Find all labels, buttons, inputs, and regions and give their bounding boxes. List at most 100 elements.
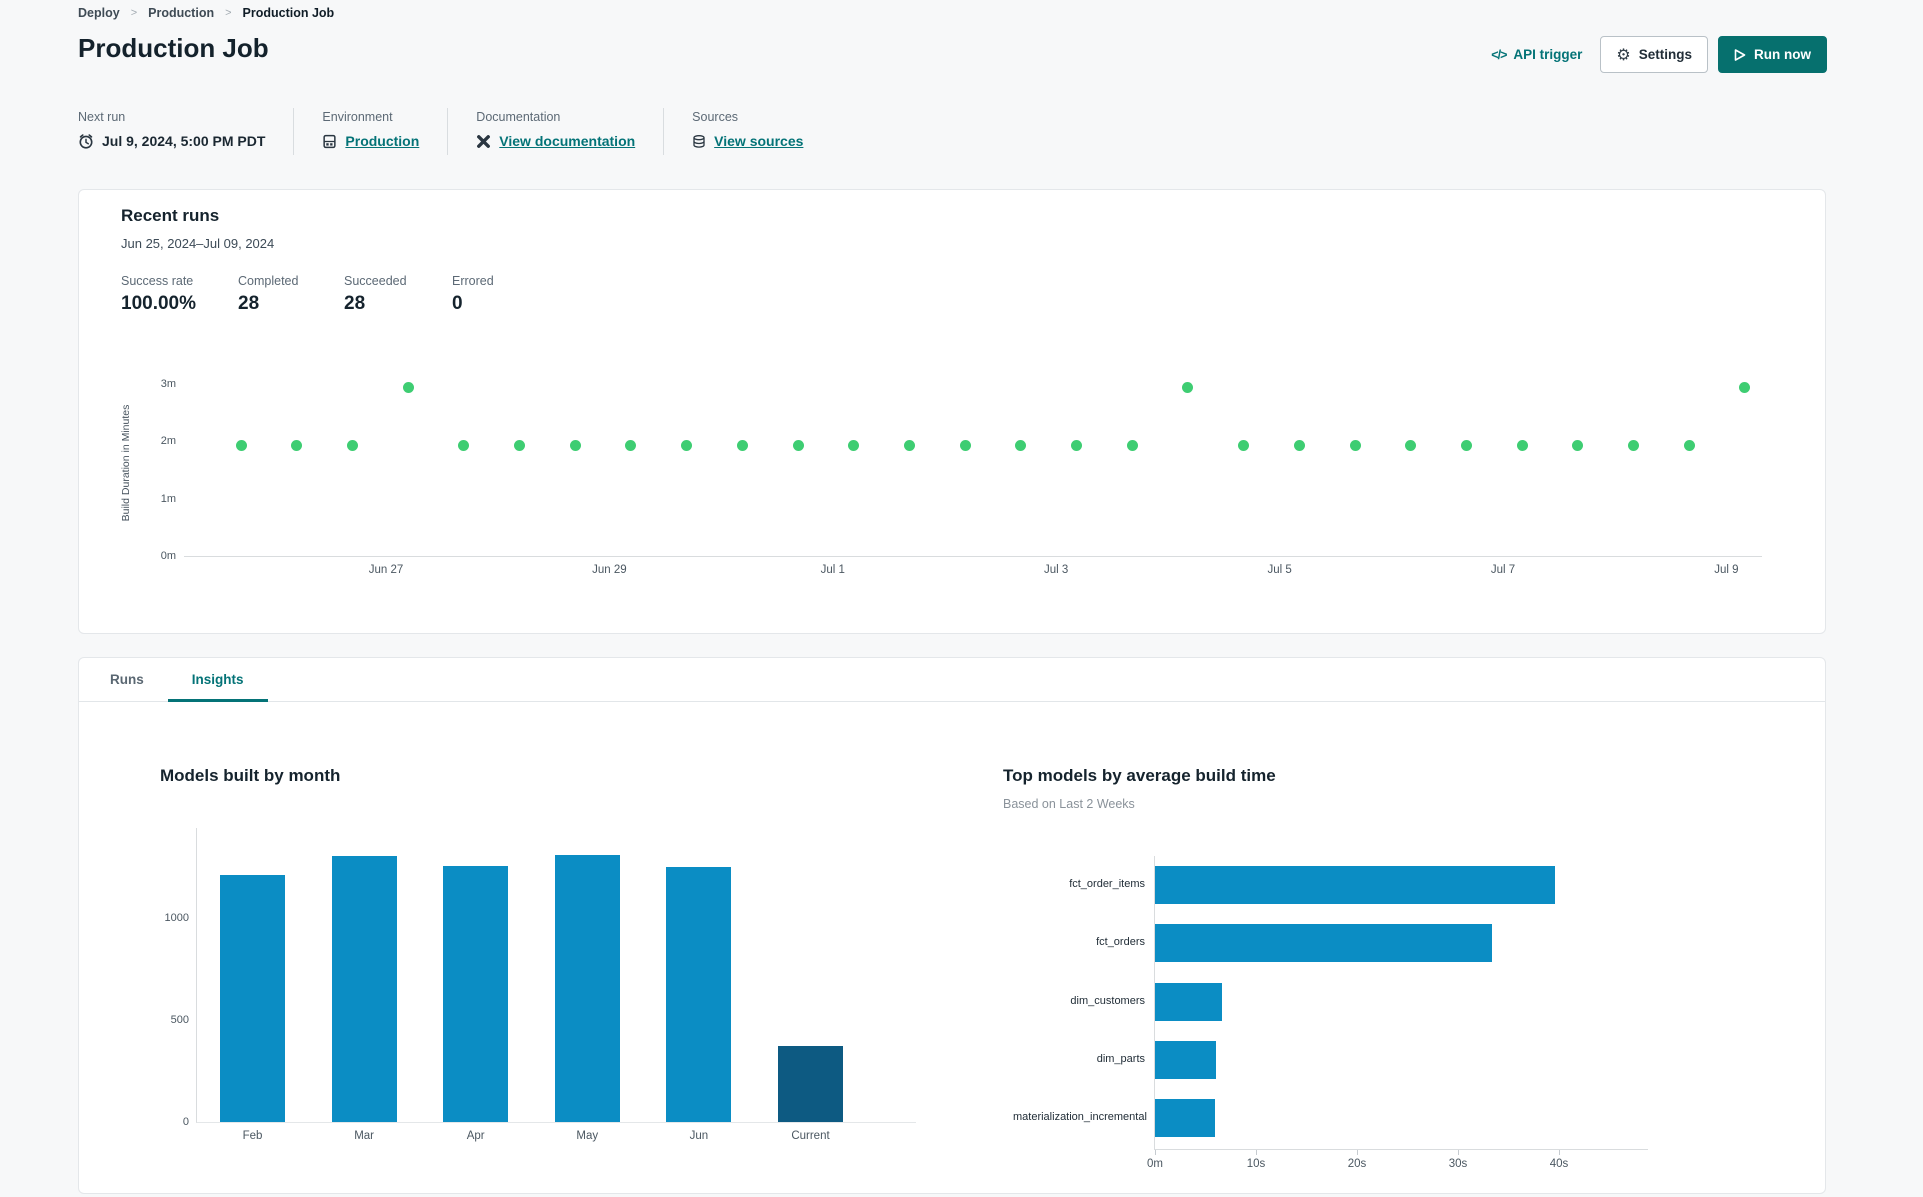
x-axis-tick bbox=[1256, 1150, 1257, 1155]
top-models-title: Top models by average build time bbox=[1003, 766, 1276, 785]
environment-link[interactable]: Production bbox=[345, 133, 419, 149]
run-dot[interactable] bbox=[402, 382, 414, 394]
build-duration-plot: 0m 1m 2m 3m Jun 27 Jun 29 Jul 1 Jul 3 Jul 5 Jul 7… bbox=[161, 370, 1762, 576]
run-dot[interactable] bbox=[848, 439, 860, 451]
run-dot[interactable] bbox=[291, 439, 303, 451]
month-bar[interactable] bbox=[666, 867, 732, 1122]
scatter-y-axis-title: Build Duration in Minutes bbox=[120, 404, 132, 522]
documentation-group: Documentation View documentation bbox=[447, 108, 663, 155]
breadcrumb-production[interactable]: Production bbox=[148, 6, 214, 20]
api-trigger-link[interactable]: </> API trigger bbox=[1491, 47, 1582, 62]
chevron-right-icon: > bbox=[130, 7, 138, 19]
run-dot[interactable] bbox=[1516, 439, 1528, 451]
api-trigger-label: API trigger bbox=[1513, 47, 1583, 62]
run-dot[interactable] bbox=[1683, 439, 1695, 451]
scatter-x-tick-label: Jul 5 bbox=[1267, 564, 1292, 576]
run-dot[interactable] bbox=[514, 439, 525, 451]
run-dot[interactable] bbox=[1293, 439, 1305, 451]
run-dot[interactable] bbox=[681, 439, 693, 451]
header-actions: </> API trigger ⚙ Settings Run now bbox=[1491, 36, 1827, 73]
run-dot[interactable] bbox=[1739, 382, 1751, 394]
chevron-right-icon: > bbox=[225, 7, 232, 19]
run-dot[interactable] bbox=[1628, 439, 1639, 451]
run-now-label: Run now bbox=[1754, 47, 1811, 62]
model-bar[interactable] bbox=[1155, 866, 1555, 904]
time-tick-label: 0m bbox=[1147, 1158, 1163, 1170]
documentation-label: Documentation bbox=[476, 110, 561, 124]
page-title: Production Job bbox=[78, 33, 269, 63]
stat-errored: Errored 0 bbox=[452, 274, 494, 315]
run-dot[interactable] bbox=[569, 439, 581, 451]
model-bar[interactable] bbox=[1155, 982, 1222, 1021]
next-run-group: Next run Jul 9, 2024, 5:00 PM PDT bbox=[78, 108, 293, 155]
scatter-y-tick-label: 2m bbox=[160, 435, 176, 448]
x-axis-tick bbox=[1155, 1150, 1156, 1155]
run-dot[interactable] bbox=[1238, 439, 1250, 451]
run-stats: Success rate 100.00% Completed 28 Succee… bbox=[121, 274, 494, 315]
time-tick-label: 30s bbox=[1448, 1158, 1468, 1170]
x-axis-tick bbox=[1559, 1150, 1560, 1155]
models-by-month-title: Models built by month bbox=[160, 766, 341, 785]
stat-succeeded: Succeeded 28 bbox=[344, 274, 452, 315]
scatter-x-tick-label: Jul 9 bbox=[1714, 564, 1739, 576]
next-run-label: Next run bbox=[78, 110, 126, 124]
alarm-clock-icon bbox=[78, 133, 94, 149]
run-dot[interactable] bbox=[1405, 439, 1417, 451]
gear-icon: ⚙ bbox=[1616, 44, 1631, 64]
code-icon: </> bbox=[1491, 47, 1507, 62]
run-dot[interactable] bbox=[1126, 439, 1138, 451]
x-axis-tick bbox=[1458, 1150, 1459, 1155]
run-now-button[interactable]: Run now bbox=[1718, 36, 1827, 73]
model-bar[interactable] bbox=[1155, 1040, 1216, 1079]
run-dot[interactable] bbox=[346, 439, 358, 451]
run-dot[interactable] bbox=[1349, 439, 1361, 451]
run-dot[interactable] bbox=[792, 439, 804, 451]
view-sources-link[interactable]: View sources bbox=[714, 133, 803, 149]
month-label: May bbox=[576, 1130, 599, 1142]
month-bar[interactable] bbox=[331, 855, 397, 1122]
job-info-bar: Next run Jul 9, 2024, 5:00 PM PDT Enviro… bbox=[78, 108, 831, 155]
run-dot[interactable] bbox=[1015, 439, 1027, 451]
settings-button[interactable]: ⚙ Settings bbox=[1600, 36, 1708, 73]
run-dot[interactable] bbox=[1071, 439, 1082, 451]
run-dot[interactable] bbox=[959, 439, 971, 451]
time-tick-label: 20s bbox=[1347, 1158, 1367, 1170]
run-dot[interactable] bbox=[736, 439, 748, 451]
stat-value: 0 bbox=[452, 293, 463, 314]
month-bar[interactable] bbox=[443, 865, 509, 1122]
sources-group: Sources View sources bbox=[663, 108, 831, 155]
model-name-label: fct_orders bbox=[1096, 936, 1145, 949]
environment-label: Environment bbox=[322, 110, 393, 124]
stat-label: Errored bbox=[452, 274, 494, 288]
month-bar[interactable] bbox=[220, 875, 285, 1122]
view-documentation-link[interactable]: View documentation bbox=[499, 133, 635, 149]
bar-y-tick-label: 1000 bbox=[164, 912, 189, 924]
models-by-month-plot: Feb Mar Apr May Jun Current 0 500 1000 bbox=[165, 828, 916, 1142]
month-bar[interactable] bbox=[554, 854, 620, 1122]
run-dot[interactable] bbox=[235, 439, 247, 451]
top-models-subtitle: Based on Last 2 Weeks bbox=[1003, 797, 1135, 811]
tab-runs[interactable]: Runs bbox=[86, 658, 168, 701]
bar-y-tick-label: 0 bbox=[182, 1116, 189, 1128]
model-name-label: dim_customers bbox=[1070, 994, 1145, 1007]
run-dot[interactable] bbox=[1572, 439, 1584, 451]
run-dot[interactable] bbox=[903, 439, 915, 451]
scatter-x-tick-label: Jul 7 bbox=[1490, 564, 1516, 576]
run-dot[interactable] bbox=[1460, 439, 1472, 451]
stat-label: Succeeded bbox=[344, 274, 407, 288]
breadcrumb-deploy[interactable]: Deploy bbox=[78, 6, 120, 20]
run-dot[interactable] bbox=[458, 439, 470, 451]
month-bar[interactable] bbox=[778, 1045, 843, 1122]
stat-label: Success rate bbox=[121, 274, 194, 288]
run-dot[interactable] bbox=[1182, 382, 1194, 394]
month-label: Apr bbox=[466, 1130, 485, 1142]
x-axis-tick bbox=[1357, 1150, 1358, 1155]
play-icon bbox=[1734, 48, 1746, 61]
scatter-x-tick-label: Jun 29 bbox=[592, 564, 627, 576]
tab-insights[interactable]: Insights bbox=[167, 658, 268, 702]
production-job-page: Deploy > Production > Production Job Pro… bbox=[0, 0, 1923, 1197]
model-bar[interactable] bbox=[1155, 1099, 1215, 1138]
model-bar[interactable] bbox=[1155, 924, 1493, 963]
database-icon bbox=[692, 134, 706, 149]
run-dot[interactable] bbox=[625, 439, 637, 451]
